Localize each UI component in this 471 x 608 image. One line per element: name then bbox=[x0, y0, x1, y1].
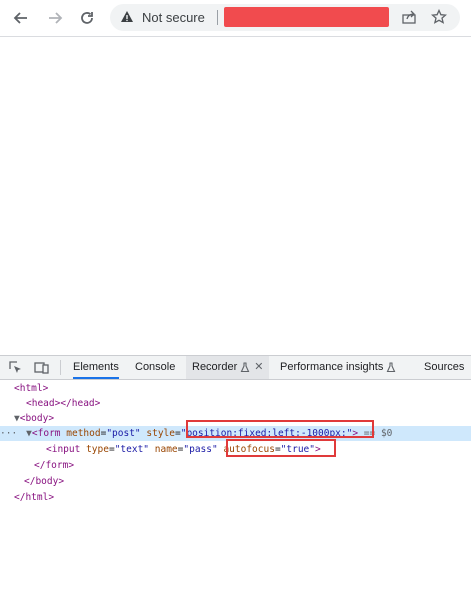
security-status-label[interactable]: Not secure bbox=[142, 10, 205, 25]
experimental-flask-icon bbox=[386, 362, 396, 372]
omnibox-divider bbox=[217, 10, 218, 25]
dom-node-body-close[interactable]: </body> bbox=[0, 474, 471, 489]
redacted-url bbox=[224, 7, 389, 27]
address-bar[interactable]: Not secure bbox=[110, 4, 460, 31]
tab-sources[interactable]: Sources bbox=[424, 356, 464, 379]
back-arrow-icon bbox=[13, 12, 27, 24]
highlight-autofocus-attribute bbox=[226, 439, 336, 457]
inspect-element-icon[interactable] bbox=[8, 360, 23, 375]
dom-node-form-close[interactable]: </form> bbox=[0, 458, 471, 473]
forward-button[interactable] bbox=[42, 5, 68, 31]
more-options-icon[interactable]: ··· bbox=[0, 428, 17, 439]
tab-console[interactable]: Console bbox=[135, 356, 175, 379]
browser-toolbar: Not secure bbox=[0, 0, 471, 37]
highlight-style-attribute bbox=[186, 420, 374, 438]
dom-node-html[interactable]: <html> bbox=[0, 381, 471, 396]
tab-recorder[interactable]: Recorder ✕ bbox=[186, 356, 270, 379]
forward-arrow-icon bbox=[49, 12, 63, 24]
devtools-tab-bar: Elements Console Recorder ✕ Performance i… bbox=[0, 355, 471, 380]
warning-icon bbox=[121, 11, 133, 22]
dom-node-html-close[interactable]: </html> bbox=[0, 490, 471, 505]
share-icon[interactable] bbox=[401, 9, 417, 25]
tab-divider bbox=[60, 360, 61, 375]
elements-dom-tree: <html> <head></head> ▼<body> ··· ▼<form m… bbox=[0, 379, 471, 608]
device-toolbar-icon[interactable] bbox=[34, 360, 49, 375]
page-viewport bbox=[0, 37, 471, 355]
experimental-flask-icon bbox=[240, 362, 250, 372]
tab-performance-insights[interactable]: Performance insights bbox=[280, 356, 396, 379]
star-icon[interactable] bbox=[431, 9, 447, 25]
tab-elements[interactable]: Elements bbox=[73, 356, 119, 379]
reload-button[interactable] bbox=[74, 5, 100, 31]
close-tab-icon[interactable]: ✕ bbox=[254, 356, 263, 379]
back-button[interactable] bbox=[8, 5, 34, 31]
reload-icon bbox=[81, 12, 93, 24]
dom-node-head[interactable]: <head></head> bbox=[0, 396, 471, 411]
